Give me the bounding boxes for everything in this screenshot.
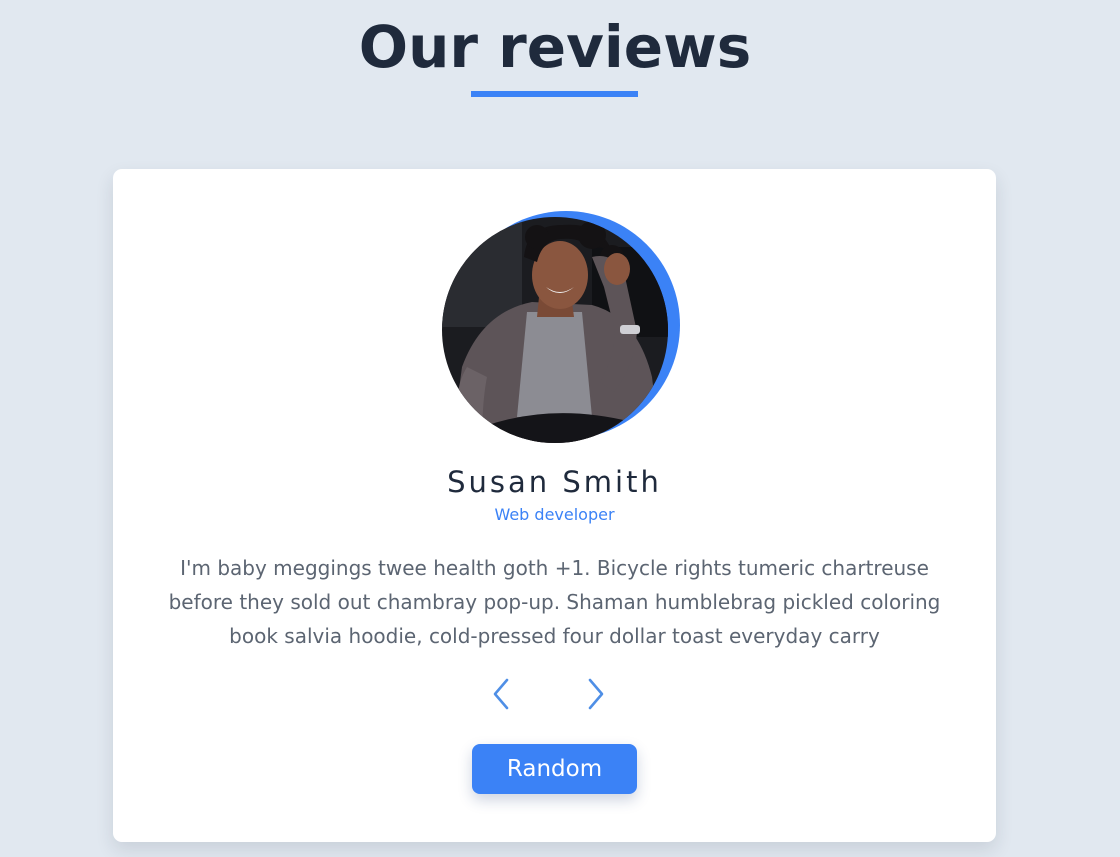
next-button[interactable] bbox=[580, 677, 612, 711]
title-section: Our reviews bbox=[0, 0, 1120, 80]
review-card: Susan Smith Web developer I'm baby meggi… bbox=[113, 169, 996, 842]
review-text: I'm baby meggings twee health goth +1. B… bbox=[168, 556, 941, 648]
reviewer-job-title: Web developer bbox=[494, 505, 615, 524]
reviewer-name: Susan Smith bbox=[447, 465, 662, 499]
chevron-left-icon bbox=[493, 678, 509, 710]
prev-button[interactable] bbox=[487, 677, 519, 711]
avatar bbox=[442, 217, 668, 443]
random-button[interactable]: Random bbox=[472, 744, 637, 794]
chevron-right-icon bbox=[588, 678, 604, 710]
page-title: Our reviews bbox=[358, 13, 752, 81]
avatar-photo bbox=[442, 217, 668, 443]
title-underline bbox=[471, 91, 638, 97]
